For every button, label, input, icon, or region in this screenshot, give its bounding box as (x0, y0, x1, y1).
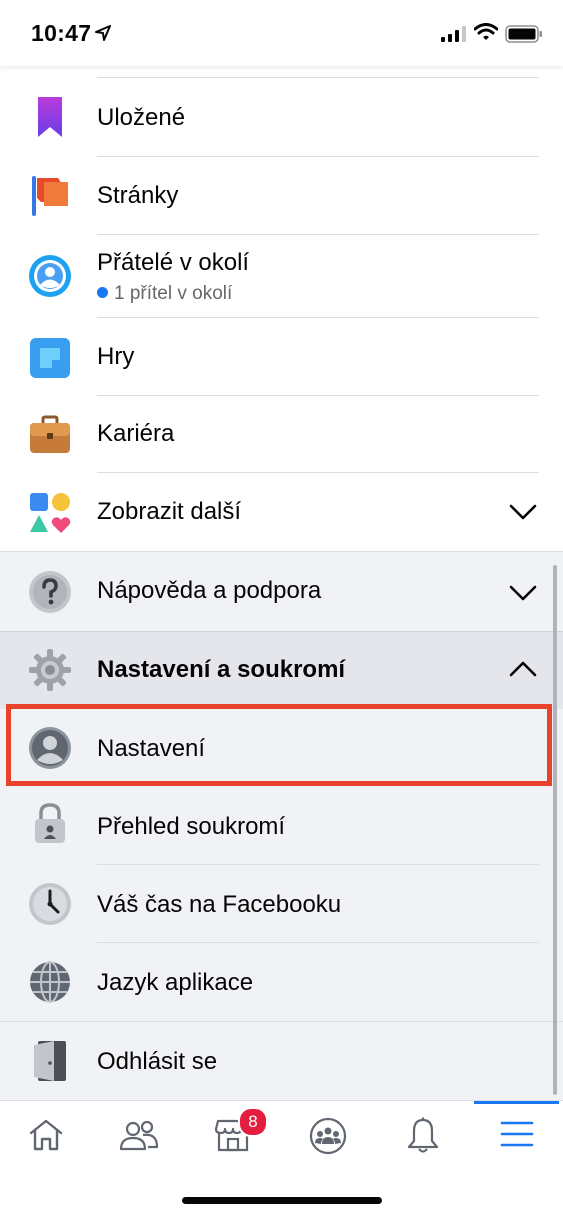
briefcase-icon (30, 415, 70, 453)
flag-pages-icon (32, 176, 68, 216)
lock-icon (35, 803, 65, 843)
scrollbar[interactable] (553, 565, 557, 1095)
online-dot-icon (97, 287, 108, 298)
nearby-friends-icon (29, 255, 71, 297)
menu-item-logout[interactable]: Odhlásit se (0, 1021, 563, 1101)
settings-privacy-label: Nastavení a soukromí (97, 656, 346, 683)
menu-item-help[interactable]: Nápověda a podpora (0, 551, 563, 632)
tab-home[interactable] (1, 1101, 91, 1171)
menu-item-privacy-shortcuts[interactable]: Přehled soukromí (0, 787, 563, 865)
settings-privacy-header[interactable]: Nastavení a soukromí (0, 631, 563, 710)
cellular-signal-icon (441, 26, 466, 42)
bookmark-saved-icon (38, 97, 62, 137)
menu-item-label: Zobrazit další (97, 498, 242, 525)
menu-item-see-more[interactable]: Zobrazit další (0, 473, 563, 551)
menu-item-label: Přátelé v okolí (97, 249, 250, 276)
menu-item-nearby-friends[interactable]: Přátelé v okolí 1 přítel v okolí (0, 235, 563, 318)
see-more-shapes-icon (30, 493, 71, 533)
menu-item-label: Kariéra (97, 420, 175, 447)
menu-item-label: Stránky (97, 182, 179, 209)
notification-badge: 8 (238, 1107, 268, 1137)
menu-item-jobs[interactable]: Kariéra (0, 396, 563, 473)
status-time: 10:47 (31, 20, 92, 46)
menu-item-label: Váš čas na Facebooku (97, 891, 342, 918)
tab-menu[interactable] (472, 1101, 562, 1171)
menu-icon (500, 1121, 534, 1147)
friends-icon (119, 1120, 159, 1151)
chevron-down-icon (509, 504, 537, 520)
tab-friends[interactable] (94, 1101, 184, 1171)
games-icon (30, 338, 70, 378)
menu-item-label: Přehled soukromí (97, 813, 286, 840)
tab-notifications[interactable] (378, 1101, 468, 1171)
menu-item-label: Hry (97, 343, 135, 370)
menu-item-time-on-facebook[interactable]: Váš čas na Facebooku (0, 865, 563, 943)
menu-item-app-language[interactable]: Jazyk aplikace (0, 943, 563, 1021)
tab-groups[interactable] (283, 1101, 373, 1171)
status-bar: 10:47 (0, 0, 563, 66)
globe-icon (30, 961, 70, 1003)
nearby-count-text: 1 přítel v okolí (114, 283, 233, 304)
chevron-up-icon (509, 661, 537, 677)
menu-item-label: Uložené (97, 104, 186, 131)
wifi-icon (474, 23, 498, 40)
logout-door-icon (34, 1041, 66, 1081)
help-label: Nápověda a podpora (97, 577, 322, 604)
menu-item-label: Jazyk aplikace (97, 969, 254, 996)
menu-item-games[interactable]: Hry (0, 318, 563, 396)
groups-icon (309, 1117, 347, 1155)
highlight-annotation (6, 704, 552, 786)
divider (97, 77, 539, 78)
menu-item-label: Odhlásit se (97, 1048, 218, 1075)
battery-icon (505, 25, 542, 43)
home-indicator[interactable] (182, 1197, 382, 1204)
menu-item-saved[interactable]: Uložené (0, 80, 563, 157)
chevron-down-icon (509, 585, 537, 601)
menu-item-pages[interactable]: Stránky (0, 157, 563, 235)
home-icon (29, 1119, 63, 1151)
bell-icon (407, 1117, 439, 1153)
nearby-count-label: 1 přítel v okolí (97, 283, 232, 305)
location-arrow-icon (95, 25, 111, 41)
clock-icon (29, 883, 71, 925)
help-question-icon (29, 571, 71, 613)
gear-icon (29, 649, 71, 691)
